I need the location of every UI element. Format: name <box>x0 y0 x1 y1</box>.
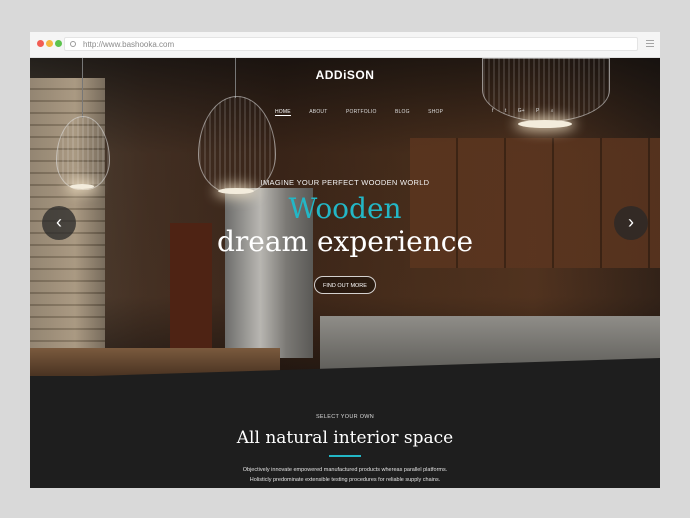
facebook-icon[interactable]: f <box>492 108 493 114</box>
address-text: http://www.bashooka.com <box>83 40 175 49</box>
nav-about[interactable]: ABOUT <box>309 109 327 115</box>
browser-window: http://www.bashooka.com ADDiSON HOME ABO… <box>30 32 660 488</box>
nav-home[interactable]: HOME <box>275 109 291 116</box>
nav-shop[interactable]: SHOP <box>428 109 443 115</box>
browser-toolbar: http://www.bashooka.com <box>30 32 660 58</box>
find-out-more-button[interactable]: FIND OUT MORE <box>314 276 376 294</box>
search-icon[interactable]: ⌕ <box>551 108 554 114</box>
hero-title-accent: Wooden <box>288 192 402 225</box>
chevron-left-icon[interactable]: ‹ <box>42 206 76 240</box>
intro-section: SELECT YOUR OWN All natural interior spa… <box>30 376 660 488</box>
hero-slider: ADDiSON HOME ABOUT PORTFOLIO BLOG SHOP f… <box>30 58 660 376</box>
address-bar[interactable]: http://www.bashooka.com <box>64 37 638 51</box>
hero-kicker: IMAGINE YOUR PERFECT WOODEN WORLD <box>260 178 430 187</box>
social-links: f t G+ P ⌕ <box>492 99 561 117</box>
pinterest-icon[interactable]: P <box>536 108 539 114</box>
google-plus-icon[interactable]: G+ <box>518 108 525 114</box>
site-logo[interactable]: ADDiSON <box>30 68 660 82</box>
nav-blog[interactable]: BLOG <box>395 109 410 115</box>
maximize-window-icon[interactable] <box>55 40 62 47</box>
section-divider <box>329 455 361 457</box>
hamburger-menu-icon[interactable] <box>646 40 654 47</box>
lamp-wire <box>82 58 83 118</box>
section-text: Objectively innovate empowered manufactu… <box>30 465 660 485</box>
minimize-window-icon[interactable] <box>46 40 53 47</box>
section-text-line: Holisticly predominate extensible testin… <box>249 477 441 483</box>
close-window-icon[interactable] <box>37 40 44 47</box>
section-text-line: Objectively innovate empowered manufactu… <box>242 467 448 473</box>
nav-portfolio[interactable]: PORTFOLIO <box>346 109 377 115</box>
hero-title: dream experience <box>216 225 474 258</box>
twitter-icon[interactable]: t <box>505 108 506 114</box>
section-kicker: SELECT YOUR OWN <box>315 414 375 420</box>
lamp-glow <box>518 120 572 128</box>
chevron-right-icon[interactable]: › <box>614 206 648 240</box>
section-title: All natural interior space <box>236 428 454 448</box>
globe-icon <box>70 41 76 47</box>
main-nav: HOME ABOUT PORTFOLIO BLOG SHOP <box>275 100 457 116</box>
